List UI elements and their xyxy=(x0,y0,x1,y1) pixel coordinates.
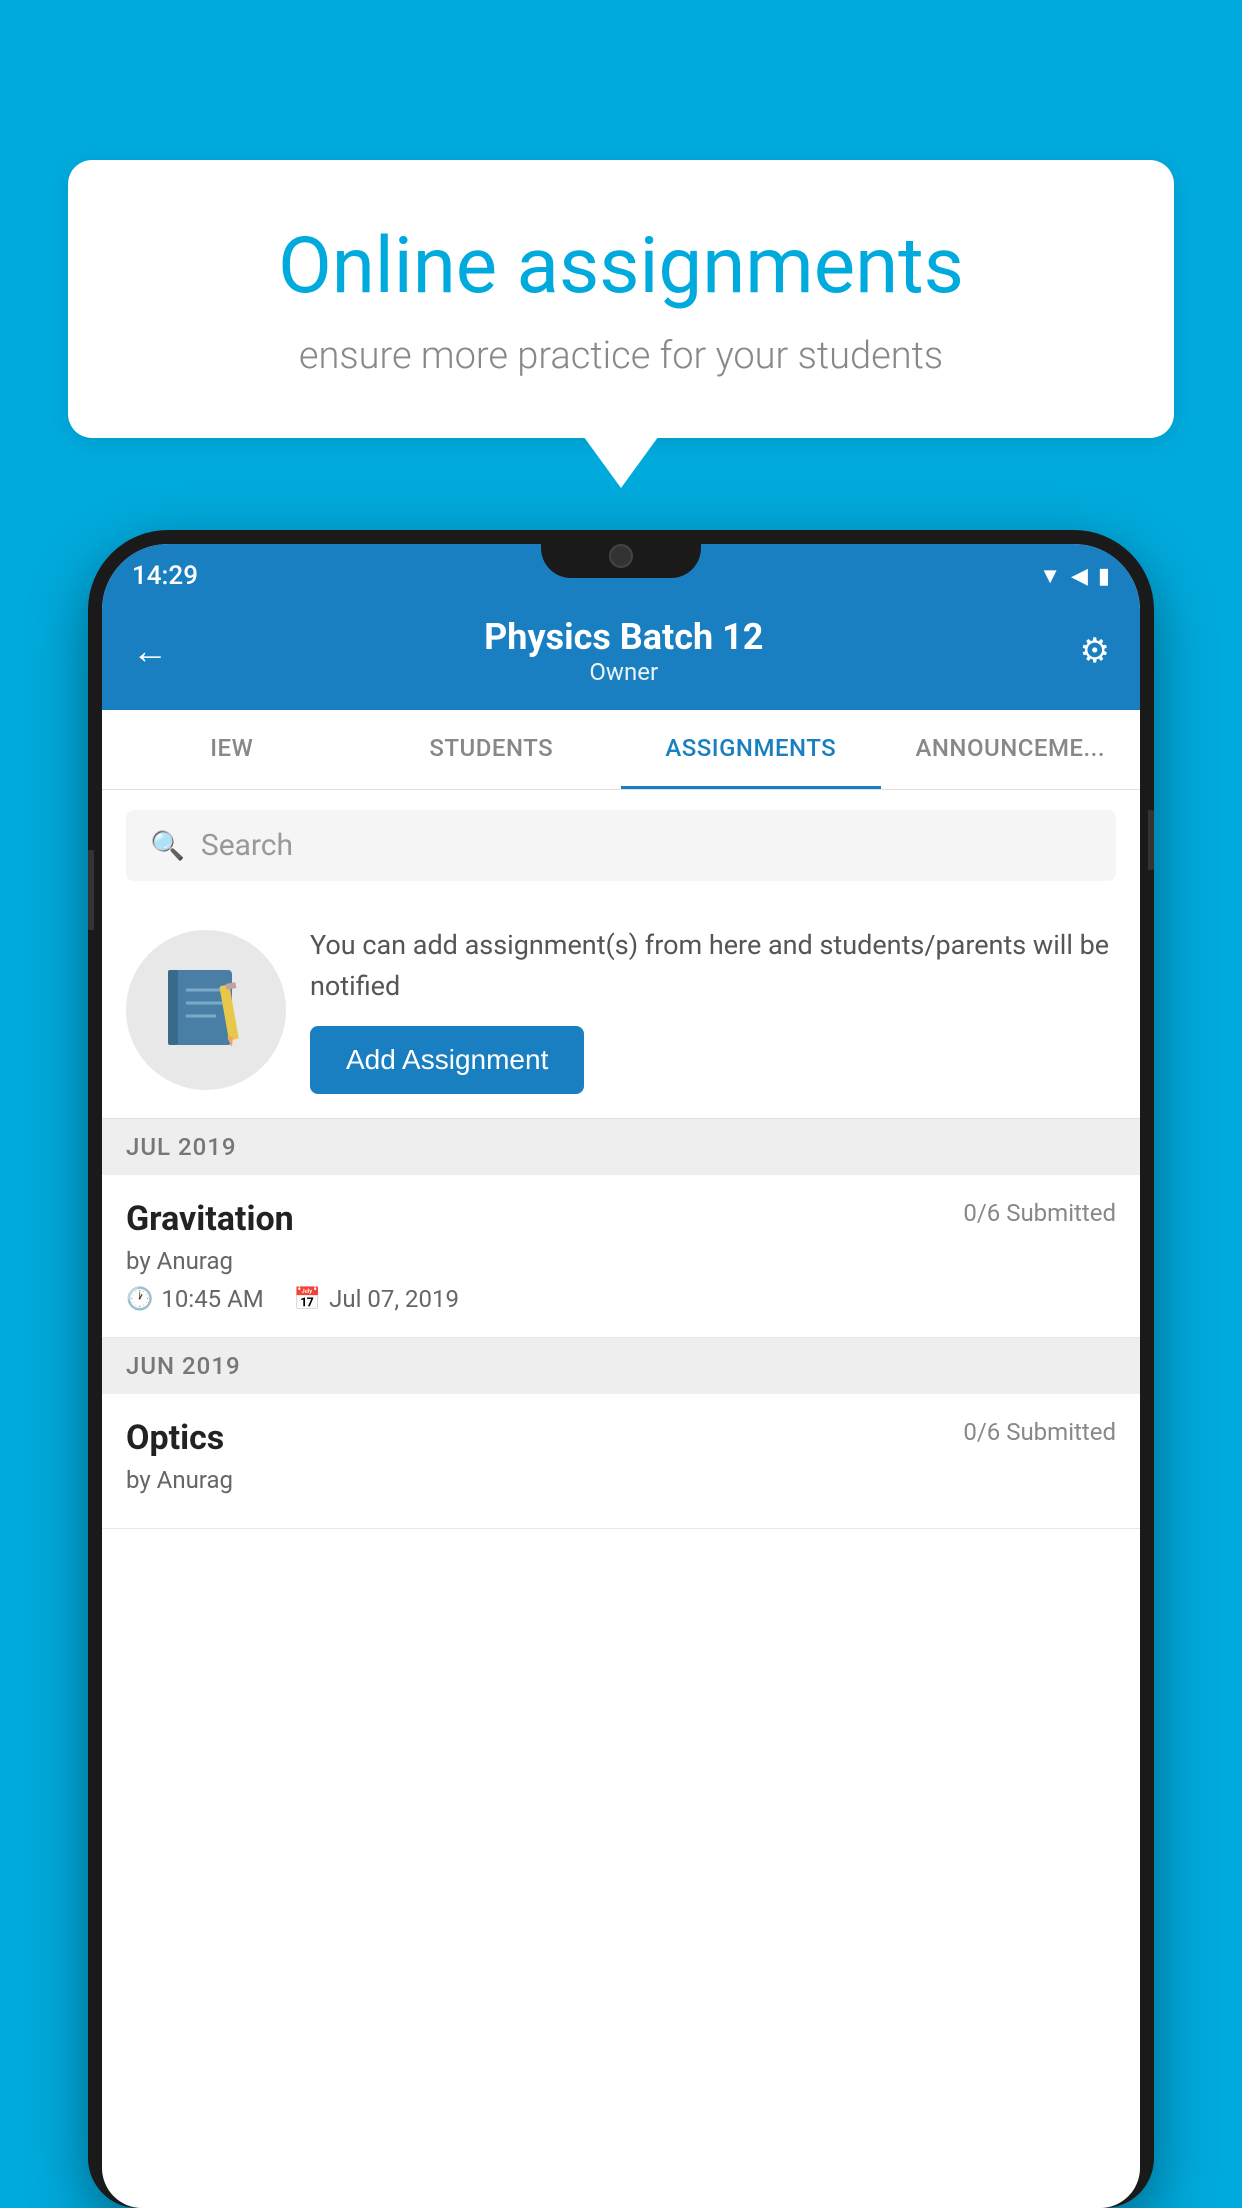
side-button-right xyxy=(1148,810,1154,870)
battery-icon: ▮ xyxy=(1098,564,1110,589)
month-label-jul: JUL 2019 xyxy=(126,1133,237,1161)
assignment-item-optics[interactable]: Optics 0/6 Submitted by Anurag xyxy=(102,1394,1140,1529)
promo-content: You can add assignment(s) from here and … xyxy=(310,925,1116,1094)
assignment-meta-gravitation: 🕐 10:45 AM 📅 Jul 07, 2019 xyxy=(126,1285,1116,1313)
bubble-title: Online assignments xyxy=(138,220,1104,314)
month-label-jun: JUN 2019 xyxy=(126,1352,241,1380)
phone-frame: 14:29 ▼ ◀ ▮ ← Physics Batch 12 Owner ⚙ I… xyxy=(88,530,1154,2208)
status-time: 14:29 xyxy=(132,561,198,591)
assignment-item-gravitation[interactable]: Gravitation 0/6 Submitted by Anurag 🕐 10… xyxy=(102,1175,1140,1338)
search-box[interactable]: 🔍 Search xyxy=(126,810,1116,881)
assignment-date: 📅 Jul 07, 2019 xyxy=(294,1285,459,1313)
month-header-jun: JUN 2019 xyxy=(102,1338,1140,1394)
assignment-date-value: Jul 07, 2019 xyxy=(329,1285,459,1313)
assignment-time: 🕐 10:45 AM xyxy=(126,1285,264,1313)
month-header-jul: JUL 2019 xyxy=(102,1119,1140,1175)
bubble-subtitle: ensure more practice for your students xyxy=(138,334,1104,378)
promo-text: You can add assignment(s) from here and … xyxy=(310,925,1116,1006)
promo-icon-circle xyxy=(126,930,286,1090)
tabs-container: IEW STUDENTS ASSIGNMENTS ANNOUNCEME... xyxy=(102,710,1140,790)
header-center: Physics Batch 12 Owner xyxy=(168,616,1080,686)
header-title: Physics Batch 12 xyxy=(168,616,1080,658)
side-button-left xyxy=(88,850,94,930)
calendar-icon: 📅 xyxy=(294,1287,321,1312)
tab-assignments[interactable]: ASSIGNMENTS xyxy=(621,710,881,789)
app-header: ← Physics Batch 12 Owner ⚙ xyxy=(102,600,1140,710)
speech-bubble: Online assignments ensure more practice … xyxy=(68,160,1174,438)
add-assignment-button[interactable]: Add Assignment xyxy=(310,1026,584,1094)
header-subtitle: Owner xyxy=(168,658,1080,686)
tab-announcements[interactable]: ANNOUNCEME... xyxy=(881,710,1141,789)
phone-camera xyxy=(609,544,633,568)
assignment-by-gravitation: by Anurag xyxy=(126,1247,1116,1275)
settings-button[interactable]: ⚙ xyxy=(1080,631,1110,671)
wifi-icon: ▼ xyxy=(1039,563,1061,589)
phone-notch xyxy=(541,530,701,578)
assignment-row1-optics: Optics 0/6 Submitted xyxy=(126,1418,1116,1458)
status-icons: ▼ ◀ ▮ xyxy=(1039,563,1110,589)
assignment-by-optics: by Anurag xyxy=(126,1466,1116,1494)
search-icon: 🔍 xyxy=(150,829,185,862)
assignment-row1: Gravitation 0/6 Submitted xyxy=(126,1199,1116,1239)
assignment-name-gravitation: Gravitation xyxy=(126,1199,294,1239)
back-button[interactable]: ← xyxy=(132,630,168,672)
phone-screen: 14:29 ▼ ◀ ▮ ← Physics Batch 12 Owner ⚙ I… xyxy=(102,544,1140,2208)
assignment-time-value: 10:45 AM xyxy=(161,1285,263,1313)
search-container: 🔍 Search xyxy=(102,790,1140,901)
assignment-submitted-gravitation: 0/6 Submitted xyxy=(963,1199,1116,1227)
assignment-name-optics: Optics xyxy=(126,1418,224,1458)
tab-iew[interactable]: IEW xyxy=(102,710,362,789)
search-placeholder: Search xyxy=(201,828,293,863)
signal-icon: ◀ xyxy=(1071,564,1088,589)
speech-bubble-container: Online assignments ensure more practice … xyxy=(68,160,1174,438)
assignment-submitted-optics: 0/6 Submitted xyxy=(963,1418,1116,1446)
promo-section: You can add assignment(s) from here and … xyxy=(102,901,1140,1119)
tab-students[interactable]: STUDENTS xyxy=(362,710,622,789)
clock-icon: 🕐 xyxy=(126,1287,153,1312)
notebook-icon xyxy=(166,965,246,1055)
